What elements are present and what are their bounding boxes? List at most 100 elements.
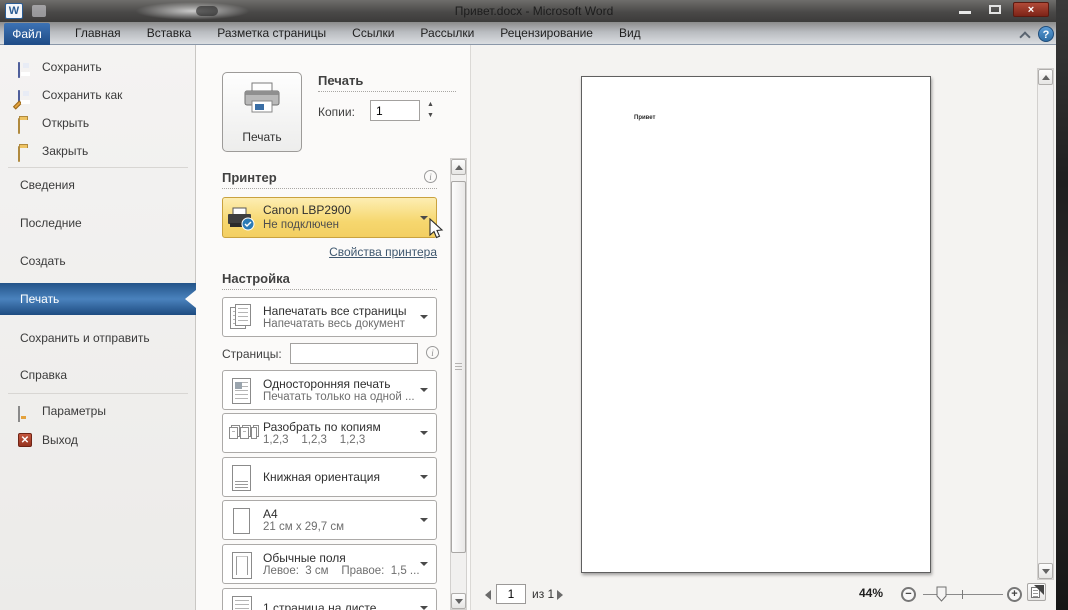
portrait-orientation-icon [229, 463, 257, 493]
title-bar: W Привет.docx - Microsoft Word × [0, 0, 1068, 22]
printer-select-dropdown[interactable]: Canon LBP2900 Не подключен [222, 197, 437, 238]
sidebar-item-save-and-send[interactable]: Сохранить и отправить [0, 328, 196, 348]
tab-file[interactable]: Файл [4, 23, 50, 45]
copies-spin-up[interactable]: ▲ [425, 100, 436, 109]
video-edge-artifact [1056, 0, 1068, 610]
sidebar-item-recent[interactable]: Последние [0, 213, 196, 233]
chevron-down-icon [420, 388, 428, 392]
help-button[interactable]: ? [1038, 26, 1054, 42]
chevron-down-icon [420, 562, 428, 566]
document-page-preview: Привет [581, 76, 931, 573]
print-range-dropdown[interactable]: Напечатать все страницы Напечатать весь … [222, 297, 437, 337]
scroll-down-button[interactable] [451, 593, 466, 609]
triangle-down-icon [1042, 569, 1050, 574]
minimize-button[interactable] [952, 2, 979, 17]
printer-status: Не подключен [263, 219, 339, 231]
scroll-up-button[interactable] [451, 159, 466, 175]
sidebar-item-help[interactable]: Справка [0, 365, 196, 385]
collated-copies-icon [229, 419, 257, 449]
orientation-dropdown[interactable]: Книжная ориентация [222, 457, 437, 497]
print-preview-pane: Привет из 1 44% − + [470, 45, 1056, 610]
tab-insert[interactable]: Вставка [134, 22, 205, 45]
print-button-label: Печать [242, 130, 282, 144]
sidebar-item-save-as[interactable]: Сохранить как [0, 85, 196, 110]
pages-range-input[interactable] [290, 343, 418, 364]
printer-info-icon: i [424, 170, 437, 183]
printer-section-heading: Принтер [222, 170, 277, 185]
chevron-down-icon [420, 606, 428, 610]
open-folder-icon [18, 118, 20, 134]
triangle-up-icon [455, 165, 463, 170]
chevron-down-icon [420, 475, 428, 479]
save-as-icon [12, 90, 23, 110]
window-title: Привет.docx - Microsoft Word [454, 4, 614, 18]
minimize-icon [959, 11, 971, 14]
one-sided-print-icon [229, 376, 257, 406]
backstage-view: Сохранить Сохранить как Открыть Закрыть … [0, 45, 1068, 610]
sidebar-item-print-active[interactable]: Печать [0, 283, 196, 315]
zoom-slider-thumb[interactable] [936, 586, 948, 602]
triangle-down-icon [455, 599, 463, 604]
scroll-up-button[interactable] [1038, 69, 1053, 85]
paper-size-dropdown[interactable]: A4 21 см x 29,7 см [222, 500, 437, 540]
triangle-up-icon [1042, 75, 1050, 80]
sidebar-item-options[interactable]: Параметры [0, 401, 196, 422]
pages-info-icon: i [426, 346, 439, 359]
sidebar-item-new[interactable]: Создать [0, 251, 196, 271]
paper-size-icon [229, 506, 257, 536]
sidebar-item-save[interactable]: Сохранить [0, 57, 196, 78]
pages-per-sheet-dropdown[interactable]: 1 страница на листе [222, 588, 437, 610]
mouse-cursor [429, 218, 444, 239]
sidebar-separator [8, 393, 188, 394]
maximize-icon [989, 5, 1001, 14]
zoom-in-button[interactable]: + [1007, 587, 1022, 602]
save-icon [18, 62, 20, 78]
next-page-icon[interactable] [557, 590, 563, 600]
printer-status-icon [228, 207, 255, 231]
copies-label: Копии: [318, 105, 355, 119]
tab-page-layout[interactable]: Разметка страницы [204, 22, 339, 45]
zoom-slider-track[interactable] [923, 594, 1003, 595]
printer-icon [244, 82, 280, 113]
printer-properties-link[interactable]: Свойства принтера [222, 245, 437, 259]
margins-dropdown[interactable]: Обычные поля Левое: 3 см Правое: 1,5 ... [222, 544, 437, 584]
maximize-button[interactable] [982, 2, 1009, 17]
fit-page-button[interactable] [1027, 583, 1046, 601]
zoom-out-button[interactable]: − [901, 587, 916, 602]
print-button[interactable]: Печать [222, 72, 302, 152]
tab-review[interactable]: Рецензирование [487, 22, 606, 45]
scrollbar-thumb[interactable] [451, 181, 466, 553]
chevron-down-icon [420, 215, 428, 220]
close-folder-icon [18, 146, 20, 162]
settings-scrollbar[interactable] [450, 158, 467, 610]
chevron-down-icon [420, 518, 428, 522]
options-icon [18, 406, 20, 422]
chevron-up-icon[interactable] [1020, 30, 1029, 39]
tab-home[interactable]: Главная [62, 22, 134, 45]
sidebar-item-info[interactable]: Сведения [0, 175, 196, 195]
document-text: Привет [634, 115, 656, 121]
tab-references[interactable]: Ссылки [339, 22, 407, 45]
tab-view[interactable]: Вид [606, 22, 654, 45]
close-button[interactable]: × [1013, 2, 1049, 17]
preview-scrollbar[interactable] [1037, 68, 1054, 580]
print-all-pages-icon [229, 303, 257, 333]
pages-per-sheet-icon [229, 594, 257, 610]
copies-spin-down[interactable]: ▼ [425, 111, 436, 120]
duplex-dropdown[interactable]: Односторонняя печать Печатать только на … [222, 370, 437, 410]
scroll-down-button[interactable] [1038, 563, 1053, 579]
current-page-input[interactable] [496, 584, 526, 604]
section-divider [222, 188, 437, 189]
copies-input[interactable] [370, 100, 420, 121]
sidebar-item-exit[interactable]: ✕ Выход [0, 430, 196, 450]
settings-section-heading: Настройка [222, 271, 290, 286]
chevron-down-icon [420, 315, 428, 319]
exit-icon: ✕ [18, 433, 32, 447]
previous-page-icon[interactable] [485, 590, 491, 600]
ribbon-tab-row: Файл Главная Вставка Разметка страницы С… [0, 22, 1068, 45]
sidebar-item-open[interactable]: Открыть [0, 113, 196, 134]
tab-mailings[interactable]: Рассылки [407, 22, 487, 45]
collate-dropdown[interactable]: Разобрать по копиям 1,2,3 1,2,3 1,2,3 [222, 413, 437, 453]
zoom-percentage[interactable]: 44% [859, 586, 883, 600]
sidebar-item-close[interactable]: Закрыть [0, 141, 196, 162]
